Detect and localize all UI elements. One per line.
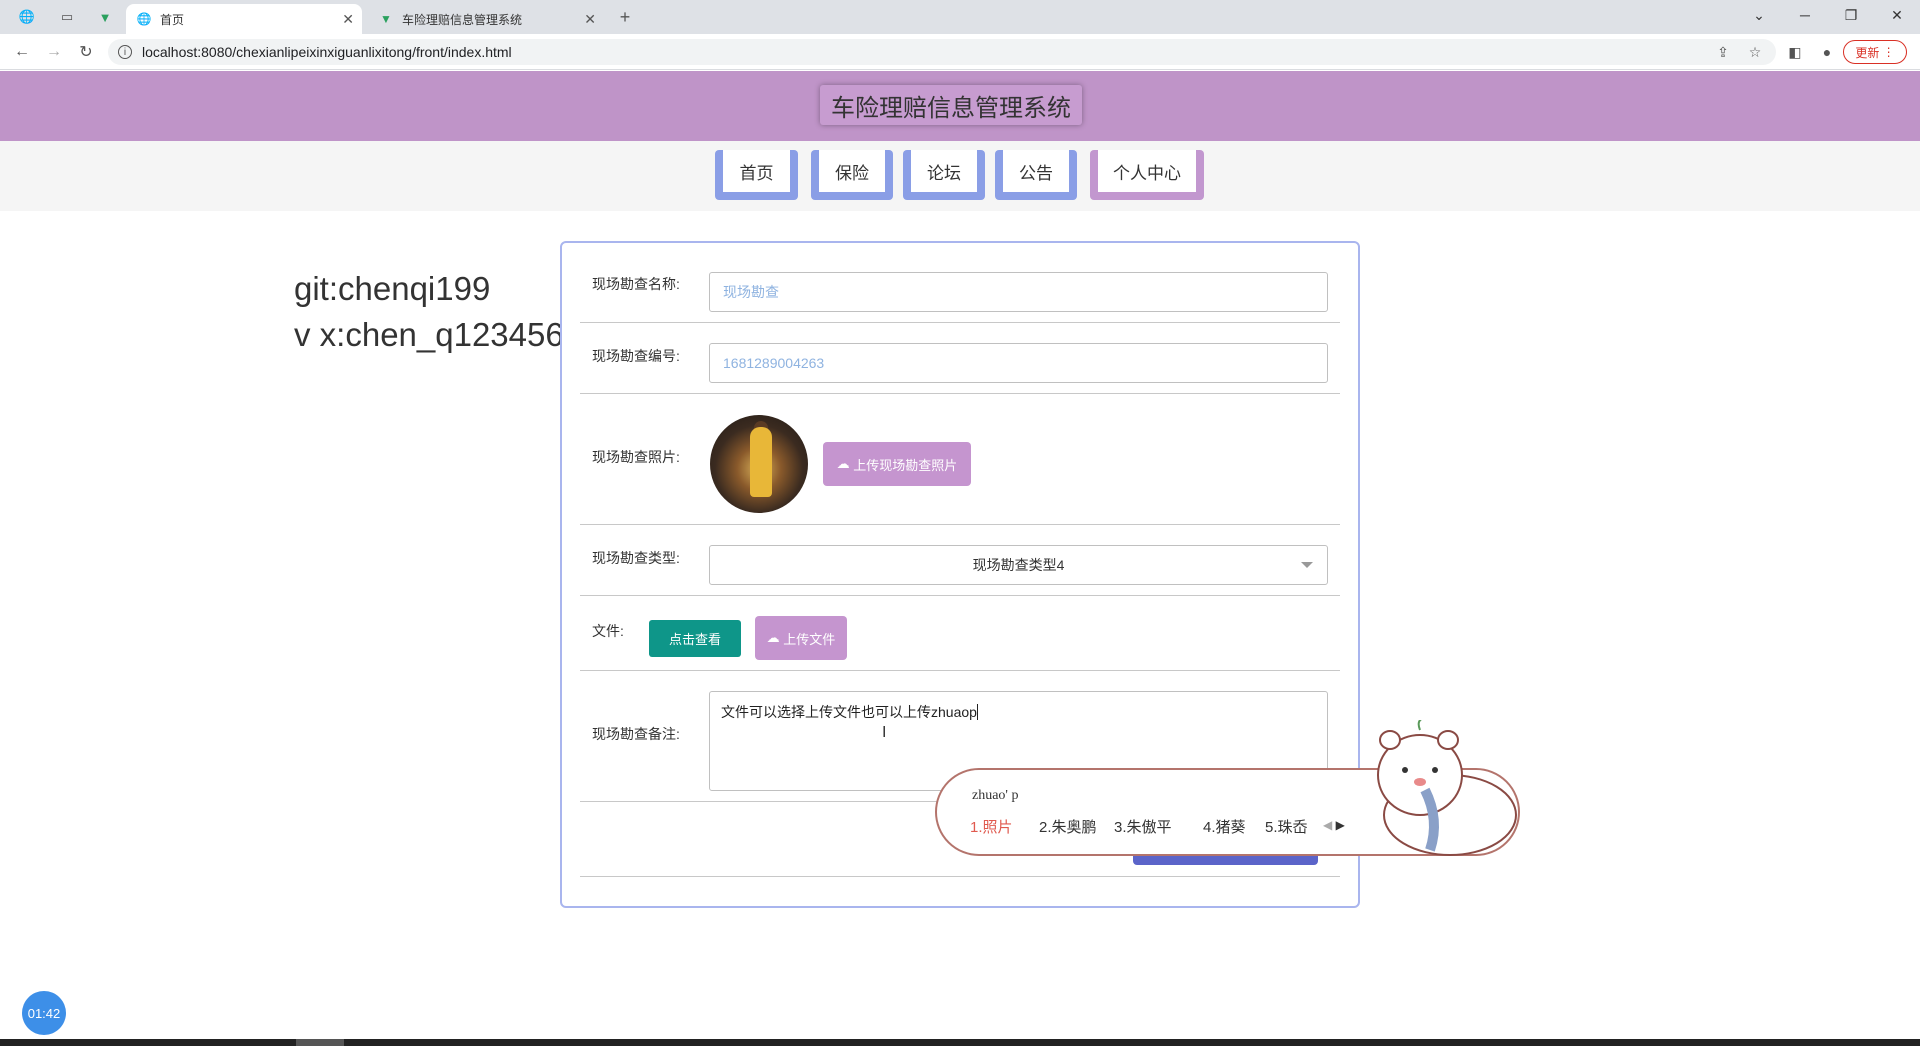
name-input[interactable]: 现场勘查 [709, 272, 1328, 312]
cloud-upload-icon: ☁ [766, 630, 784, 645]
minimize-icon[interactable]: ─ [1782, 0, 1828, 30]
watermark-line1: git:chenqi199 [294, 270, 491, 307]
tab-system[interactable]: ▼ 车险理赔信息管理系统 ✕ [368, 4, 604, 34]
tab-title: 首页 [160, 12, 185, 27]
divider [580, 670, 1340, 671]
globe-icon[interactable]: 🌐 [18, 8, 36, 26]
nav-item-forum[interactable]: 论坛 [903, 150, 985, 200]
remark-label: 现场勘查备注: [592, 726, 680, 742]
ime-candidate[interactable]: 1.照片 [970, 816, 1013, 837]
nav-label: 首页 [723, 150, 790, 192]
ime-composition: zhuao' p [972, 788, 1019, 803]
chevron-down-icon [1301, 562, 1313, 568]
sidebar-icon[interactable]: ◧ [1786, 43, 1804, 61]
name-label: 现场勘查名称: [592, 276, 680, 292]
ime-candidate[interactable]: 2.朱奥鹏 [1039, 816, 1097, 837]
update-label: 更新 [1855, 45, 1880, 60]
tab-title: 车险理赔信息管理系统 [402, 12, 523, 27]
divider [580, 876, 1340, 877]
type-label: 现场勘查类型: [592, 550, 680, 566]
star-icon[interactable]: ☆ [1746, 43, 1764, 61]
divider [580, 595, 1340, 596]
tab-search-icon[interactable]: ⌄ [1736, 0, 1782, 30]
blank-tab-icon[interactable]: ▭ [58, 8, 76, 26]
remark-text: 文件可以选择上传文件也可以上传zhuaop [721, 704, 977, 720]
reload-icon[interactable]: ↻ [76, 42, 96, 62]
close-icon[interactable]: ✕ [342, 11, 354, 28]
tab-home[interactable]: 🌐 首页 ✕ [126, 4, 362, 34]
ime-candidate[interactable]: 5.珠岙 [1265, 816, 1308, 837]
divider [580, 524, 1340, 525]
close-window-icon[interactable]: ✕ [1874, 0, 1920, 30]
nav-item-home[interactable]: 首页 [715, 150, 798, 200]
upload-photo-button[interactable]: ☁ 上传现场勘查照片 [823, 442, 971, 486]
taskbar-strip [0, 1039, 1920, 1046]
file-label: 文件: [592, 623, 624, 639]
vue-icon[interactable]: ▼ [96, 8, 114, 26]
nav-label: 保险 [819, 150, 885, 192]
profile-icon[interactable]: ● [1818, 43, 1836, 61]
close-icon[interactable]: ✕ [584, 11, 596, 28]
cloud-upload-icon: ☁ [836, 456, 854, 471]
number-label: 现场勘查编号: [592, 348, 680, 364]
restore-icon[interactable]: ❐ [1828, 0, 1874, 30]
ime-page-arrows-icon[interactable]: ◀ ▶ [1323, 818, 1345, 832]
share-icon[interactable]: ⇪ [1714, 43, 1732, 61]
nav-item-profile[interactable]: 个人中心 [1090, 150, 1204, 200]
address-bar: ← → ↻ i localhost:8080/chexianlipeixinxi… [0, 34, 1920, 70]
upload-file-label: 上传文件 [783, 631, 836, 647]
update-button[interactable]: 更新 ⋮ [1843, 40, 1907, 64]
ibeam-cursor-icon: I [882, 724, 887, 741]
nav-label: 公告 [1003, 150, 1069, 192]
url-input[interactable]: i localhost:8080/chexianlipeixinxiguanli… [108, 39, 1776, 65]
globe-icon: 🌐 [136, 12, 152, 26]
site-title: 车险理赔信息管理系统 [820, 85, 1082, 125]
watermark-line2: v x:chen_q123456 [294, 316, 564, 353]
photo-preview [710, 415, 808, 513]
ime-mascot-icon [1377, 720, 1517, 856]
vue-icon: ▼ [380, 12, 392, 26]
type-value: 现场勘查类型4 [972, 557, 1065, 573]
nav-label: 论坛 [911, 150, 977, 192]
back-icon[interactable]: ← [12, 42, 32, 62]
nav-item-notice[interactable]: 公告 [995, 150, 1077, 200]
url-text: localhost:8080/chexianlipeixinxiguanlixi… [142, 44, 512, 60]
view-file-button[interactable]: 点击查看 [649, 620, 741, 657]
upload-file-button[interactable]: ☁ 上传文件 [755, 616, 847, 660]
recording-timer: 01:42 [22, 991, 66, 1035]
nav-item-insurance[interactable]: 保险 [811, 150, 893, 200]
browser-tab-bar: 🌐 ▭ ▼ 🌐 首页 ✕ ▼ 车险理赔信息管理系统 ✕ + ⌄ ─ ❐ ✕ [0, 0, 1920, 34]
new-tab-icon[interactable]: + [616, 7, 634, 27]
divider [580, 393, 1340, 394]
type-select[interactable]: 现场勘查类型4 [709, 545, 1328, 585]
nav-label: 个人中心 [1098, 150, 1196, 192]
forward-icon[interactable]: → [44, 42, 64, 62]
taskbar-segment [296, 1039, 344, 1046]
number-input[interactable]: 1681289004263 [709, 343, 1328, 383]
ime-candidate[interactable]: 3.朱傲平 [1114, 816, 1172, 837]
info-icon[interactable]: i [118, 45, 132, 59]
ime-candidate[interactable]: 4.猪葵 [1203, 816, 1246, 837]
photo-label: 现场勘查照片: [592, 449, 680, 465]
photo-figure-body [750, 427, 772, 497]
text-caret: ​ [976, 704, 978, 720]
divider [580, 322, 1340, 323]
upload-photo-label: 上传现场勘查照片 [853, 457, 958, 473]
